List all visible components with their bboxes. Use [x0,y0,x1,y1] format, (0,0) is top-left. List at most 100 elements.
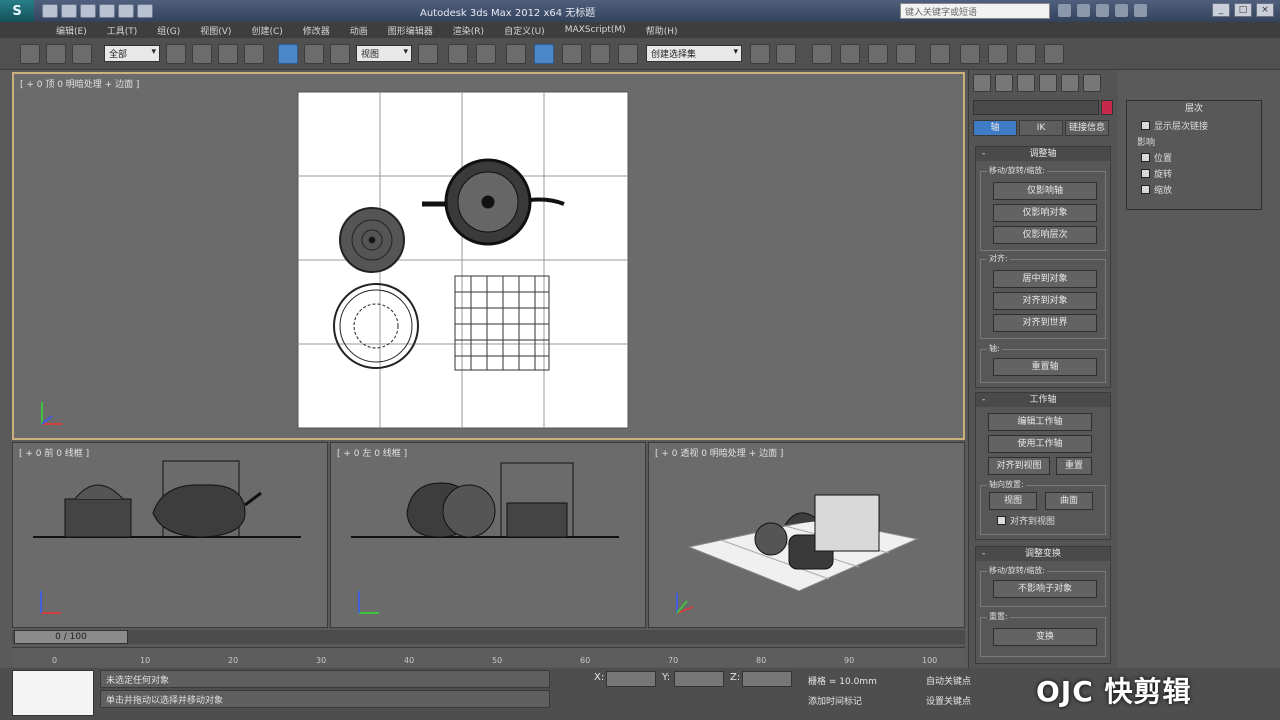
window-crossing-icon[interactable] [244,44,264,64]
viewport-top[interactable]: [ + 0 顶 0 明暗处理 + 边面 ] [12,72,965,440]
save-file-icon[interactable] [80,4,96,18]
menu-group[interactable]: 组(G) [151,24,186,37]
keyboard-shortcut-icon[interactable] [476,44,496,64]
auto-key-label[interactable]: 自动关键点 [926,674,971,687]
menu-views[interactable]: 视图(V) [194,24,237,37]
select-object-icon[interactable] [166,44,186,64]
utilities-tab-icon[interactable] [1083,74,1101,92]
ik-tab[interactable]: IK [1019,120,1063,136]
menu-customize[interactable]: 自定义(U) [498,24,551,37]
x-coord-input[interactable] [606,671,656,687]
menu-create[interactable]: 创建(C) [245,24,288,37]
reference-coordinate-dropdown[interactable]: 视图 [356,45,412,62]
viewport-front[interactable]: [ + 0 前 0 线框 ] [12,442,328,628]
viewport-perspective[interactable]: [ + 0 透视 0 明暗处理 + 边面 ] [648,442,965,628]
schematic-view-icon[interactable] [896,44,916,64]
percent-snap-icon[interactable] [562,44,582,64]
checkbox-icon[interactable] [1141,152,1150,162]
menu-rendering[interactable]: 渲染(R) [447,24,490,37]
affect-pivot-only-button[interactable]: 仅影响轴 [993,182,1097,200]
pivot-tab[interactable]: 轴 [973,120,1017,136]
app-logo[interactable]: S [0,0,34,22]
track-bar[interactable]: 0 10 20 30 40 50 60 70 80 90 100 [12,647,965,667]
help-icon[interactable] [1134,4,1147,17]
subscription-icon[interactable] [1077,4,1090,17]
render-production-icon[interactable] [1016,44,1036,64]
menu-animation[interactable]: 动画 [344,24,374,37]
affect-hierarchy-only-button[interactable]: 仅影响层次 [993,226,1097,244]
checkbox-icon[interactable] [1141,120,1150,130]
dont-affect-children-button[interactable]: 不影响子对象 [993,580,1097,598]
link-info-tab[interactable]: 链接信息 [1065,120,1109,136]
menu-maxscript[interactable]: MAXScript(M) [559,25,632,35]
object-name-field[interactable] [973,100,1099,115]
pivot-center-icon[interactable] [418,44,438,64]
menu-edit[interactable]: 编辑(E) [50,24,93,37]
select-by-name-icon[interactable] [192,44,212,64]
center-to-object-button[interactable]: 居中到对象 [993,270,1097,288]
modify-tab-icon[interactable] [995,74,1013,92]
menu-graph-editors[interactable]: 图形编辑器 [382,24,439,37]
time-slider-handle[interactable]: 0 / 100 [14,630,128,644]
select-and-rotate-icon[interactable] [304,44,324,64]
search-input[interactable]: 键入关键字或短语 [900,3,1050,19]
display-tab-icon[interactable] [1061,74,1079,92]
edit-named-selection-icon[interactable] [618,44,638,64]
menu-modifiers[interactable]: 修改器 [297,24,336,37]
create-tab-icon[interactable] [973,74,991,92]
place-view-button[interactable]: 视图 [989,492,1037,510]
snaps-toggle-icon[interactable] [506,44,526,64]
named-selection-dropdown[interactable]: 创建选择集 [646,45,742,62]
angle-snap-icon[interactable] [534,44,554,64]
working-pivot-title[interactable]: 工作轴 [976,393,1110,407]
reset-working-pivot-button[interactable]: 重置 [1056,457,1092,475]
menu-tools[interactable]: 工具(T) [101,24,144,37]
position-option[interactable]: 位置 [1127,149,1261,165]
align-to-world-button[interactable]: 对齐到世界 [993,314,1097,332]
checkbox-icon[interactable] [1141,184,1150,194]
hierarchy-tab-icon[interactable] [1017,74,1035,92]
affect-object-only-button[interactable]: 仅影响对象 [993,204,1097,222]
scale-option[interactable]: 缩放 [1127,181,1261,197]
search-icon[interactable] [1058,4,1071,17]
maximize-button[interactable]: □ [1234,3,1252,17]
favorites-icon[interactable] [1115,4,1128,17]
object-color-swatch[interactable] [1101,100,1113,115]
rotation-option[interactable]: 旋转 [1127,165,1261,181]
redo-icon[interactable] [118,4,134,18]
material-editor-icon[interactable] [930,44,950,64]
checkbox-icon[interactable] [1141,168,1150,178]
open-file-icon[interactable] [61,4,77,18]
checkbox-checked-icon[interactable] [997,516,1006,525]
undo-icon[interactable] [99,4,115,18]
reset-transform-button[interactable]: 变换 [993,628,1097,646]
rectangular-selection-icon[interactable] [218,44,238,64]
mirror-icon[interactable] [750,44,770,64]
select-and-move-icon[interactable] [278,44,298,64]
communication-icon[interactable] [1096,4,1109,17]
graphite-ribbon-icon[interactable] [840,44,860,64]
motion-tab-icon[interactable] [1039,74,1057,92]
rendered-frame-window-icon[interactable] [988,44,1008,64]
adjust-transform-title[interactable]: 调整变换 [976,547,1110,561]
align-to-view-checkbox[interactable]: 对齐到视图 [997,514,1055,527]
minimize-button[interactable]: _ [1212,3,1230,17]
maxscript-mini-listener[interactable] [12,670,94,716]
z-coord-input[interactable] [742,671,792,687]
time-slider-track[interactable] [12,630,965,644]
unlink-icon[interactable] [46,44,66,64]
layer-manager-icon[interactable] [812,44,832,64]
project-folder-icon[interactable] [137,4,153,18]
render-setup-icon[interactable] [960,44,980,64]
select-manipulate-icon[interactable] [448,44,468,64]
align-to-view-button[interactable]: 对齐到视图 [988,457,1050,475]
y-coord-input[interactable] [674,671,724,687]
use-working-pivot-button[interactable]: 使用工作轴 [988,435,1092,453]
curve-editor-icon[interactable] [868,44,888,64]
spinner-snap-icon[interactable] [590,44,610,64]
new-file-icon[interactable] [42,4,58,18]
viewport-left[interactable]: [ + 0 左 0 线框 ] [330,442,646,628]
close-button[interactable]: × [1256,3,1274,17]
adjust-pivot-title[interactable]: 调整轴 [976,147,1110,161]
set-key-label[interactable]: 设置关键点 [926,694,971,707]
